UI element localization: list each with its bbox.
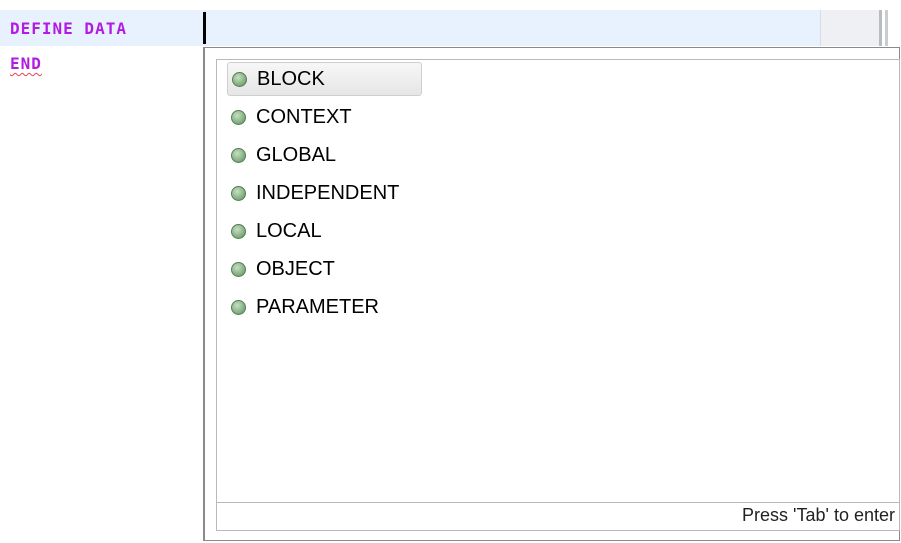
- proposal-independent[interactable]: INDEPENDENT: [227, 176, 422, 210]
- code-line-end[interactable]: END: [10, 54, 42, 73]
- text-caret: [203, 12, 206, 44]
- proposal-label: INDEPENDENT: [256, 181, 400, 204]
- proposal-context[interactable]: CONTEXT: [227, 100, 422, 134]
- green-dot-icon: [231, 299, 246, 315]
- proposal-label: CONTEXT: [256, 105, 352, 128]
- proposal-label: PARAMETER: [256, 295, 379, 318]
- proposal-local[interactable]: LOCAL: [227, 214, 422, 248]
- status-hint: Press 'Tab' to enter: [742, 505, 895, 525]
- green-dot-icon: [231, 109, 246, 125]
- code-line-define-data[interactable]: DEFINE DATA: [10, 19, 127, 38]
- proposal-global[interactable]: GLOBAL: [227, 138, 422, 172]
- green-dot-icon: [231, 223, 246, 239]
- popup-status-bar: Press 'Tab' to enter: [217, 502, 899, 530]
- proposal-list-panel: BLOCK CONTEXT GLOBAL INDEPENDENT LOCAL O…: [216, 59, 900, 531]
- green-dot-icon: [231, 261, 246, 277]
- ruler-mark: [879, 10, 882, 46]
- proposal-list: BLOCK CONTEXT GLOBAL INDEPENDENT LOCAL O…: [217, 60, 899, 502]
- green-dot-icon: [232, 71, 247, 87]
- proposal-label: BLOCK: [257, 67, 325, 90]
- proposal-block[interactable]: BLOCK: [227, 62, 422, 96]
- ruler-mark: [885, 10, 888, 46]
- editor-overview-ruler[interactable]: [820, 10, 888, 46]
- proposal-label: GLOBAL: [256, 143, 337, 166]
- proposal-label: OBJECT: [256, 257, 335, 280]
- green-dot-icon: [231, 185, 246, 201]
- content-assist-popup[interactable]: BLOCK CONTEXT GLOBAL INDEPENDENT LOCAL O…: [203, 47, 900, 541]
- proposal-label: LOCAL: [256, 219, 322, 242]
- green-dot-icon: [231, 147, 246, 163]
- proposal-object[interactable]: OBJECT: [227, 252, 422, 286]
- proposal-parameter[interactable]: PARAMETER: [227, 290, 422, 324]
- error-squiggle: END: [10, 54, 42, 73]
